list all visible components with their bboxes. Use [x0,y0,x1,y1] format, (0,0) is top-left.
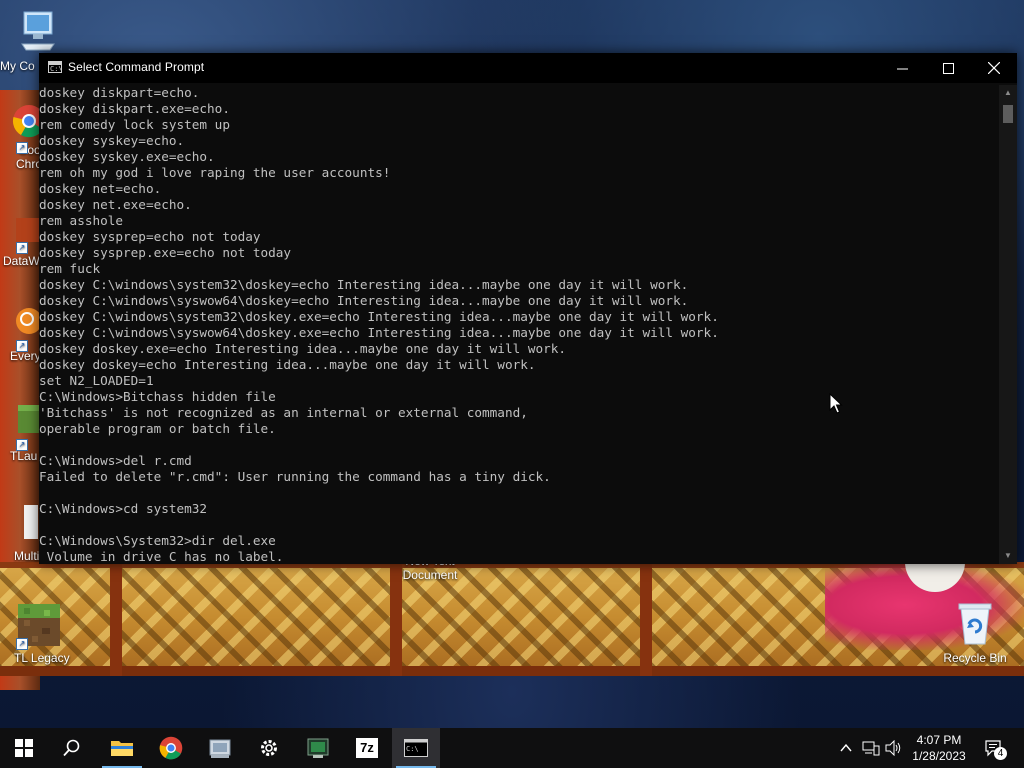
start-button[interactable] [0,728,48,768]
shortcut-arrow-icon: ↗ [16,638,28,650]
folder-icon [111,741,133,756]
wallpaper-frame-post [640,562,652,676]
window-title: Select Command Prompt [68,60,205,74]
datawall-icon [16,218,40,242]
clock[interactable]: 4:07 PM 1/28/2023 [900,732,978,764]
computer-icon [21,11,55,51]
shortcut-arrow-icon: ↗ [16,142,28,154]
desktop-icon-label: Document [402,568,458,582]
show-hidden-icons-button[interactable] [836,728,856,768]
desktop-icon-multi[interactable]: Multi [0,505,40,563]
taskbar-file-explorer[interactable] [98,728,146,768]
grass-block-icon [18,405,40,433]
windows-logo-icon [15,739,33,757]
shortcut-arrow-icon: ↗ [16,439,28,451]
desktop-icon-tlauncher[interactable]: ↗ TLau [0,405,40,463]
close-icon [988,62,1000,74]
search-button[interactable] [48,728,96,768]
console-text: doskey diskpart=echo. doskey diskpart.ex… [39,85,719,564]
terminal-icon [307,738,329,758]
disk-management-icon [209,739,231,758]
desktop-icon-label: Recycle Bin [943,651,1007,665]
desktop-icon-label: TLau [10,449,38,463]
mouse-cursor-icon [829,393,843,414]
scroll-down-arrow-icon[interactable]: ▼ [999,548,1017,564]
vertical-scrollbar[interactable]: ▲ ▼ [999,85,1017,564]
taskbar-disk-management[interactable] [196,728,244,768]
clock-date: 1/28/2023 [912,749,966,763]
maximize-button[interactable] [925,53,971,83]
desktop-icon-google-chrome[interactable]: ↗ Goo Chro [0,104,45,171]
search-icon [63,739,80,757]
wallpaper-frame-post [110,562,122,676]
command-prompt-icon[interactable]: C:\ [48,61,63,73]
clock-time: 4:07 PM [916,733,962,747]
desktop-icon-datawall[interactable]: ↗ DataW [0,218,40,268]
maximize-icon [942,62,954,74]
console-output[interactable]: doskey diskpart=echo. doskey diskpart.ex… [39,85,999,564]
chevron-up-icon [840,744,852,752]
desktop-icon-label: Chro [16,157,43,171]
action-center-button[interactable]: 4 [980,728,1008,768]
desktop-icon-tl-legacy[interactable]: ↗ TL Legacy [0,602,80,665]
network-button[interactable] [860,728,882,768]
network-icon [862,741,880,756]
command-prompt-window[interactable]: C:\ Select Command Prompt doskey diskpar… [39,53,1017,564]
command-prompt-icon: C:\ [404,739,428,757]
wallpaper-frame-bottom [0,666,1024,676]
taskbar-command-prompt[interactable]: C:\ [392,728,440,768]
minimize-icon [896,68,908,69]
taskbar-7zip[interactable]: 7z [343,728,391,768]
shortcut-arrow-icon: ↗ [16,340,28,352]
close-button[interactable] [971,53,1017,83]
shortcut-arrow-icon: ↗ [16,242,28,254]
scrollbar-thumb[interactable] [1003,105,1013,123]
desktop-icon-everything[interactable]: ↗ Every [0,306,42,363]
desktop-icon-label: TL Legacy [14,651,70,665]
taskbar-terminal[interactable] [294,728,342,768]
chrome-icon [159,736,183,760]
svg-text:C:\: C:\ [406,745,419,753]
7zip-icon: 7z [356,738,378,758]
desktop-icon-label: DataW [3,254,40,268]
minimize-button[interactable] [879,53,925,83]
multi-icon [24,505,38,539]
taskbar: 7z C:\ 4:07 PM 1/28/2023 4 [0,728,1024,768]
window-titlebar[interactable]: C:\ Select Command Prompt [39,53,1017,83]
desktop-icon-recycle-bin[interactable]: Recycle Bin [934,600,1016,665]
scroll-up-arrow-icon[interactable]: ▲ [999,85,1017,101]
gear-icon [261,740,277,756]
notification-count-badge: 4 [994,747,1007,760]
recycle-bin-icon [958,603,992,645]
taskbar-settings[interactable] [245,728,293,768]
taskbar-google-chrome[interactable] [147,728,195,768]
desktop-icon-label: Multi [14,549,40,563]
